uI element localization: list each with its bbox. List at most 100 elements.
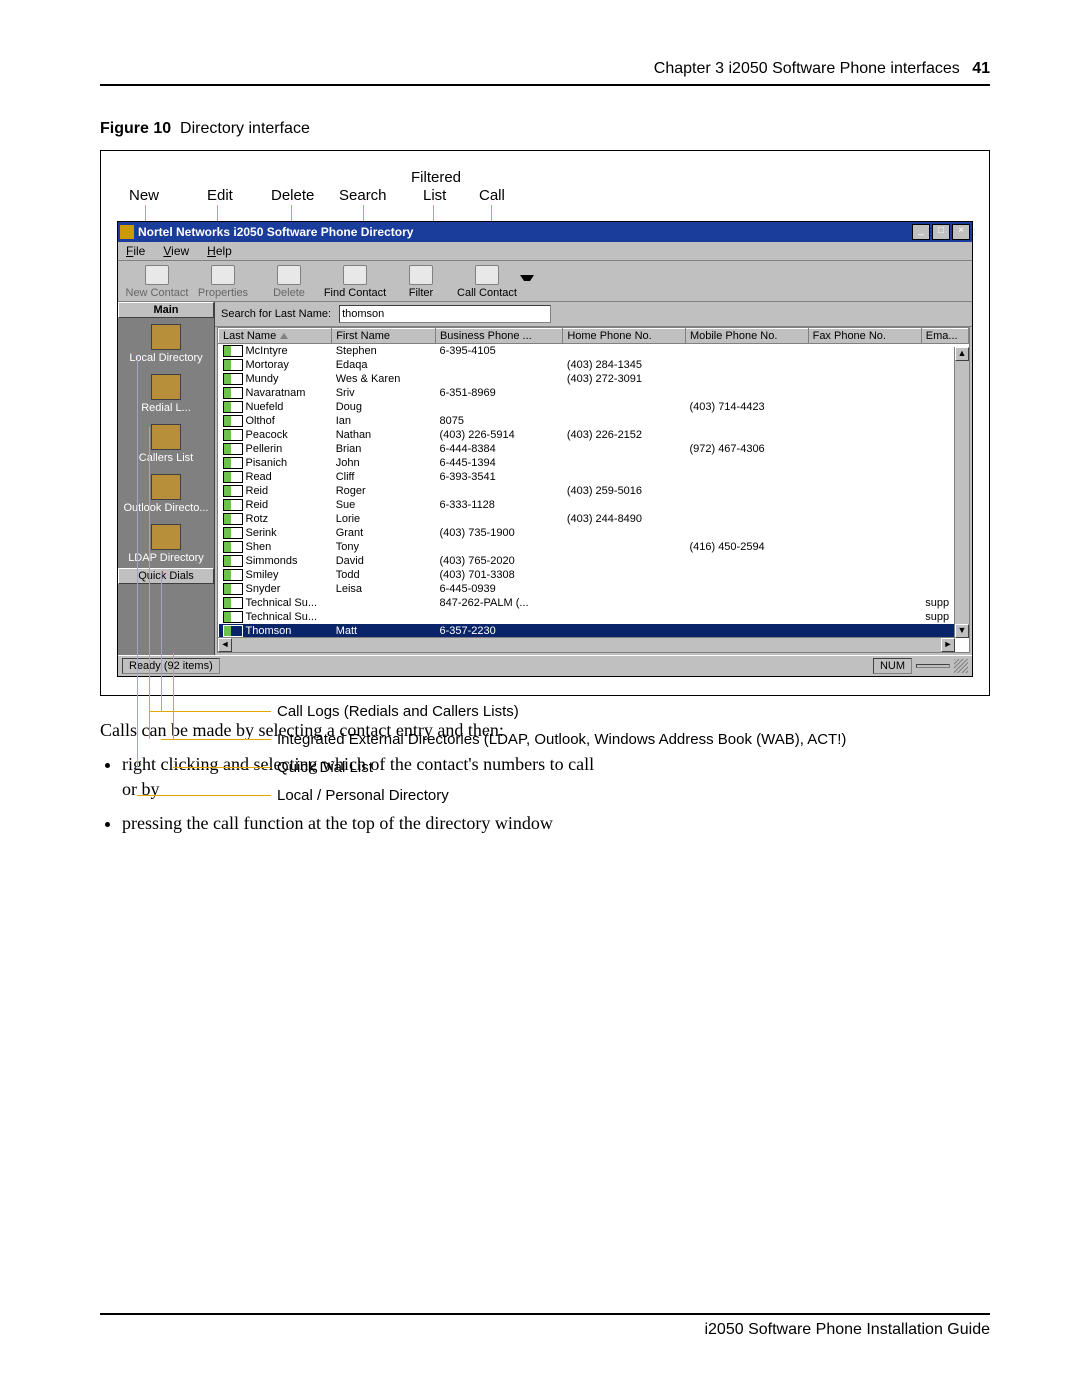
col-first-name[interactable]: First Name (332, 329, 436, 344)
maximize-button[interactable]: □ (932, 224, 950, 240)
menu-bar: File View Help (118, 242, 972, 261)
contact-grid: Last Name First Name Business Phone ... … (217, 327, 970, 653)
callout-line (149, 711, 271, 712)
chapter-label: Chapter 3 i2050 Software Phone interface… (654, 60, 960, 77)
callout-line (173, 653, 174, 739)
bullet-2: pressing the call function at the top of… (122, 811, 990, 835)
local-directory-icon (151, 324, 181, 350)
status-bar: Ready (92 items) NUM (118, 655, 972, 676)
col-business-phone[interactable]: Business Phone ... (435, 329, 562, 344)
figure-label: Figure 10 (100, 120, 171, 137)
legend-local-directory: Local / Personal Directory (277, 787, 449, 804)
table-row[interactable]: NavaratnamSriv6-351-8969 (219, 386, 969, 400)
contact-card-icon (223, 415, 243, 427)
table-row[interactable]: Technical Su...supp (219, 610, 969, 624)
search-row: Search for Last Name: (215, 302, 972, 327)
vertical-scrollbar[interactable]: ▲▼ (954, 347, 969, 638)
callout-line (161, 571, 162, 711)
callout-list: List (423, 187, 446, 204)
tool-find-contact[interactable]: Find Contact (322, 265, 388, 299)
contact-card-icon (223, 541, 243, 553)
contact-card-icon (223, 625, 243, 637)
menu-help[interactable]: Help (207, 244, 232, 258)
sidebar-item-ldap-directory[interactable]: LDAP Directory (118, 518, 214, 568)
ldap-icon (151, 524, 181, 550)
table-row[interactable]: ThomsonMatt6-357-2230 (219, 624, 969, 638)
sidebar-header[interactable]: Main (118, 302, 214, 318)
table-row[interactable]: SmileyTodd(403) 701-3308 (219, 568, 969, 582)
sidebar-item-local-directory[interactable]: Local Directory (118, 318, 214, 368)
tool-call-contact[interactable]: Call Contact (454, 265, 520, 299)
table-row[interactable]: ReidRoger(403) 259-5016 (219, 484, 969, 498)
tool-properties[interactable]: Properties (190, 265, 256, 299)
contact-card-icon (223, 513, 243, 525)
table-row[interactable]: McIntyreStephen6-395-4105 (219, 344, 969, 359)
scroll-right-icon[interactable]: ► (941, 638, 955, 652)
main-panel: Search for Last Name: Last Name First Na… (215, 302, 972, 655)
contact-card-icon (223, 387, 243, 399)
close-button[interactable]: × (952, 224, 970, 240)
table-row[interactable]: Technical Su...847-262-PALM (...supp (219, 596, 969, 610)
sidebar: Main Local Directory Redial L... Callers… (118, 302, 215, 655)
toolbar-dropdown-icon[interactable] (520, 275, 534, 287)
callout-new: New (129, 187, 159, 204)
scroll-down-icon[interactable]: ▼ (955, 624, 969, 638)
figure-caption: Figure 10 Directory interface (100, 120, 990, 138)
minimize-button[interactable]: _ (912, 224, 930, 240)
callout-line (161, 739, 271, 740)
contact-card-icon (223, 485, 243, 497)
search-label: Search for Last Name: (221, 308, 331, 320)
page-number: 41 (972, 60, 990, 77)
status-num: NUM (873, 658, 912, 674)
contact-card-icon (223, 569, 243, 581)
table-row[interactable]: PisanichJohn6-445-1394 (219, 456, 969, 470)
header-rule (100, 84, 990, 86)
table-row[interactable]: ShenTony(416) 450-2594 (219, 540, 969, 554)
delete-icon (277, 265, 301, 285)
table-row[interactable]: RotzLorie(403) 244-8490 (219, 512, 969, 526)
contact-card-icon (223, 471, 243, 483)
menu-file[interactable]: File (126, 244, 145, 258)
table-row[interactable]: SerinkGrant(403) 735-1900 (219, 526, 969, 540)
toolbar: New Contact Properties Delete Find Conta… (118, 261, 972, 302)
properties-icon (211, 265, 235, 285)
sidebar-item-outlook-directory[interactable]: Outlook Directo... (118, 468, 214, 518)
tool-filter[interactable]: Filter (388, 265, 454, 299)
col-home-phone[interactable]: Home Phone No. (563, 329, 686, 344)
sidebar-footer-quick-dials[interactable]: Quick Dials (118, 568, 214, 584)
callout-line (137, 357, 138, 767)
col-email[interactable]: Ema... (921, 329, 968, 344)
contact-card-icon (223, 401, 243, 413)
contact-card-icon (223, 373, 243, 385)
table-row[interactable]: ReidSue6-333-1128 (219, 498, 969, 512)
contact-card-icon (223, 443, 243, 455)
callout-delete: Delete (271, 187, 314, 204)
sidebar-item-redial[interactable]: Redial L... (118, 368, 214, 418)
table-row[interactable]: PellerinBrian6-444-8384(972) 467-4306 (219, 442, 969, 456)
table-row[interactable]: PeacockNathan(403) 226-5914(403) 226-215… (219, 428, 969, 442)
title-bar[interactable]: Nortel Networks i2050 Software Phone Dir… (118, 222, 972, 242)
footer-rule (100, 1313, 990, 1315)
horizontal-scrollbar[interactable]: ◄► (218, 637, 955, 652)
table-row[interactable]: SnyderLeisa6-445-0939 (219, 582, 969, 596)
tool-new-contact[interactable]: New Contact (124, 265, 190, 299)
sidebar-item-callers-list[interactable]: Callers List (118, 418, 214, 468)
resize-grip-icon[interactable] (954, 659, 968, 673)
table-row[interactable]: NuefeldDoug(403) 714-4423 (219, 400, 969, 414)
table-row[interactable]: SimmondsDavid(403) 765-2020 (219, 554, 969, 568)
tool-delete[interactable]: Delete (256, 265, 322, 299)
callout-line (149, 427, 150, 739)
menu-view[interactable]: View (163, 244, 189, 258)
col-last-name[interactable]: Last Name (219, 329, 332, 344)
search-input[interactable] (339, 305, 551, 323)
table-row[interactable]: MundyWes & Karen(403) 272-3091 (219, 372, 969, 386)
table-row[interactable]: MortorayEdaqa(403) 284-1345 (219, 358, 969, 372)
table-row[interactable]: OlthofIan8075 (219, 414, 969, 428)
table-row[interactable]: ReadCliff6-393-3541 (219, 470, 969, 484)
col-fax-phone[interactable]: Fax Phone No. (808, 329, 921, 344)
scroll-left-icon[interactable]: ◄ (218, 638, 232, 652)
scroll-up-icon[interactable]: ▲ (955, 347, 969, 361)
contact-card-icon (223, 345, 243, 357)
sort-asc-icon (280, 333, 288, 339)
col-mobile-phone[interactable]: Mobile Phone No. (685, 329, 808, 344)
